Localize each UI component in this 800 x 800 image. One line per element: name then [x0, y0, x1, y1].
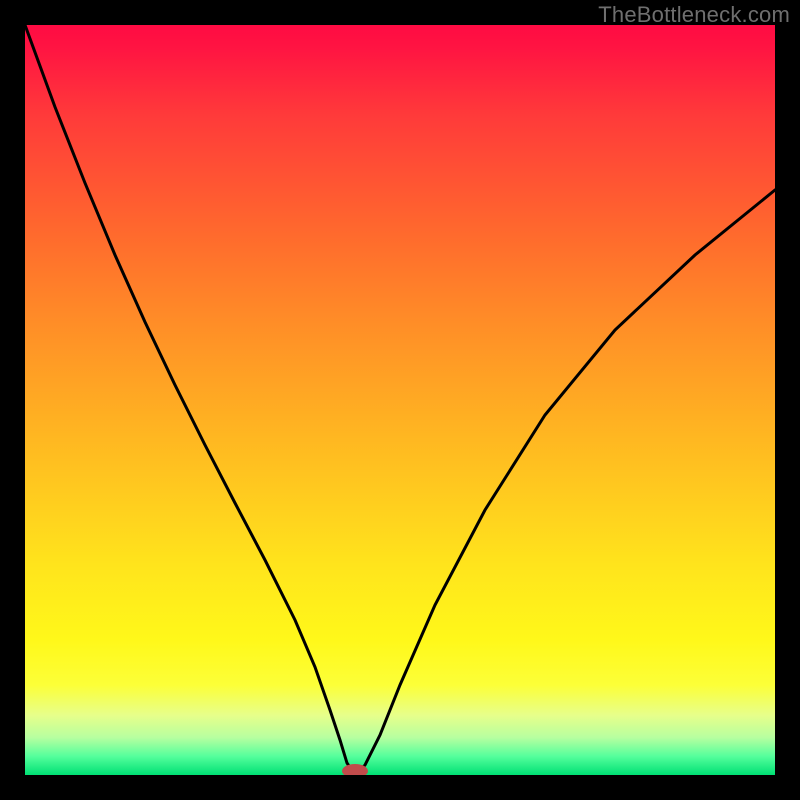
watermark-text: TheBottleneck.com: [598, 2, 790, 28]
bottleneck-curve: [25, 25, 775, 775]
plot-area: [25, 25, 775, 775]
chart-frame: TheBottleneck.com: [0, 0, 800, 800]
curve-layer: [25, 25, 775, 775]
